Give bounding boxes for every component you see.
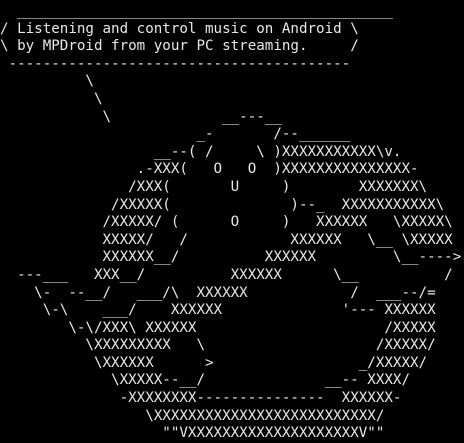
speech-bubble-line: \ by MPDroid from your PC streaming. /: [0, 38, 359, 55]
ascii-art-line: ---___ XXX__/ XXXXXX \__ /: [0, 266, 453, 283]
ascii-art-line: \XXXXXXXXXXXXXXXXXXXXXXXXXX/: [0, 407, 385, 424]
ascii-art-line: \- --__/ ___/\ XXXXXX / ___--/=: [0, 284, 436, 301]
ascii-art-line: \: [0, 90, 103, 107]
speech-bubble-line: ----------------------------------------: [0, 55, 351, 72]
ascii-art-line: /XXX( U ) XXXXXXX\: [0, 178, 428, 195]
ascii-art-line: \-\/XXX\ XXXXXX /XXXXX: [0, 319, 436, 336]
ascii-art-line: _- /--______: [0, 126, 351, 143]
ascii-art-line: \: [0, 73, 94, 90]
ascii-art-line: \XXXXX--__/ __-- XXXX/: [0, 372, 410, 389]
speech-bubble-line: ________________________________________…: [0, 3, 393, 19]
ascii-art-line: /XXXXX/ ( O ) XXXXXX \XXXXX\: [0, 214, 453, 231]
ascii-art-line: .-XXX( O O )XXXXXXXXXXXXXXX-: [0, 161, 419, 178]
terminal-window[interactable]: ________________________________________…: [0, 0, 464, 443]
ascii-art-line: /XXXXX( )--_ XXXXXXXXXXX\: [0, 196, 445, 213]
ascii-art-line: \XXXXXX > _/XXXXX/: [0, 354, 428, 371]
ascii-art-line: \XXXXXXXXX \ /XXXXX/: [0, 337, 436, 354]
ascii-art-line: XXXXX/ / XXXXXX \__ \XXXXX: [0, 231, 453, 248]
ascii-art-line: \ __---__: [0, 108, 282, 125]
ascii-art-line: XXXXXX__/ XXXXXX \__---->: [0, 249, 462, 266]
ascii-art-line: ""VXXXXXXXXXXXXXXXXXXXXV"": [0, 425, 385, 442]
speech-bubble-line: / Listening and control music on Android…: [0, 20, 359, 37]
ascii-art-line: \-\ ___/ XXXXXX '--- XXXXXX: [0, 302, 436, 319]
ascii-art-line: -XXXXXXXX--------------- XXXXXX-: [0, 390, 402, 407]
ascii-art-line: __--( / \ )XXXXXXXXXXX\v.: [0, 143, 402, 160]
terminal-output: ________________________________________…: [0, 3, 464, 443]
